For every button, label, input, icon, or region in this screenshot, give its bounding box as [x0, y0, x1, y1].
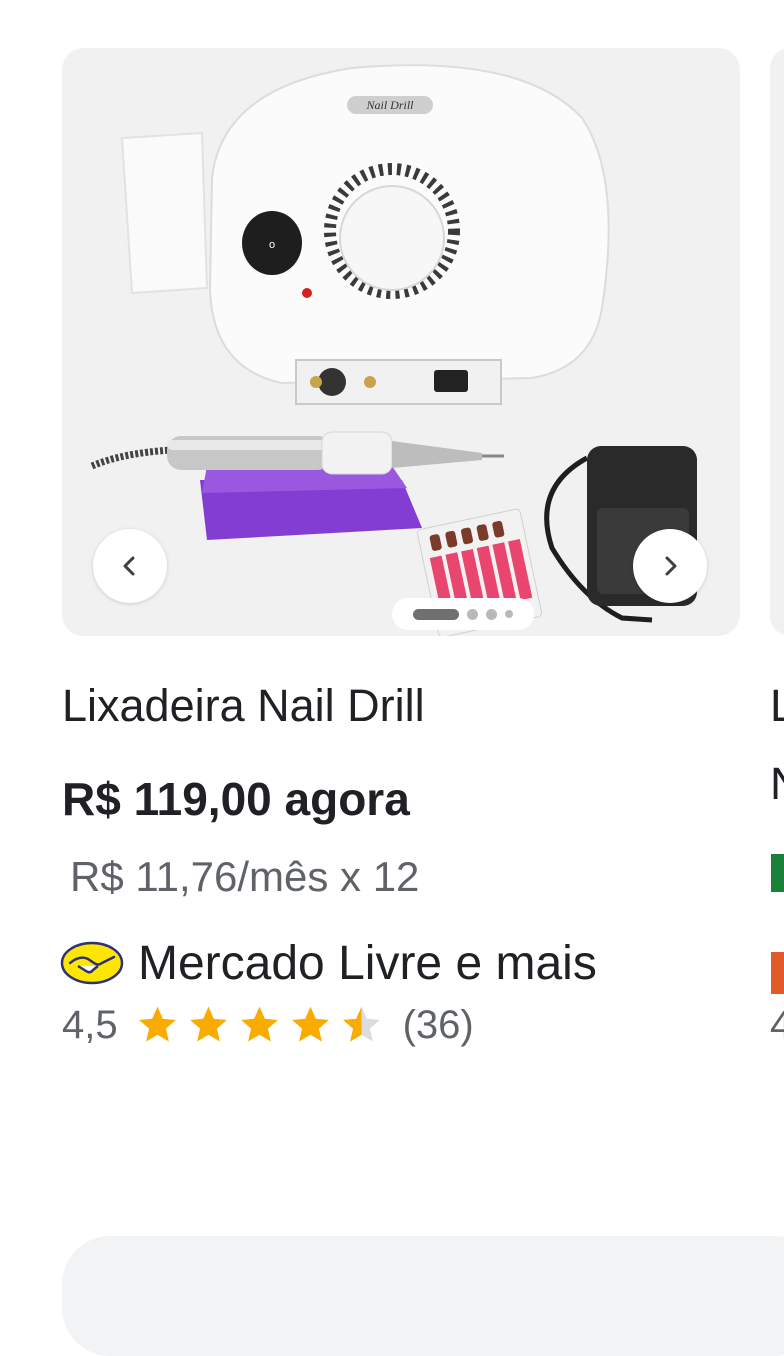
- next-product-image[interactable]: [770, 48, 784, 636]
- next-product-price-fragment: [771, 854, 784, 892]
- star-filled-icon: [291, 1006, 329, 1042]
- carousel-prev-button[interactable]: [93, 529, 167, 603]
- product-title[interactable]: Lixadeira Nail Drill: [62, 680, 425, 732]
- svg-text:Nail Drill: Nail Drill: [365, 98, 414, 112]
- chevron-right-icon: [665, 556, 677, 576]
- next-product-seller-logo-fragment: [771, 952, 784, 994]
- product-price: R$ 119,00 agora: [62, 773, 410, 825]
- seller-info: Mercado Livre e mais: [60, 933, 597, 993]
- seller-name: Mercado Livre e mais: [138, 936, 597, 990]
- carousel-dot: [505, 610, 513, 618]
- star-filled-icon: [240, 1006, 278, 1042]
- carousel-dot: [486, 608, 497, 620]
- product-installment: R$ 11,76/mês x 12: [70, 853, 420, 900]
- rating: 4,5 (36): [62, 1000, 474, 1050]
- chevron-left-icon: [123, 556, 135, 576]
- mercado-livre-logo-icon: [60, 941, 124, 985]
- star-filled-icon: [189, 1006, 227, 1042]
- carousel-dot: [467, 608, 478, 620]
- next-product-title-fragment[interactable]: L: [770, 680, 784, 732]
- carousel-indicator: [392, 598, 534, 630]
- next-section-card[interactable]: [62, 1236, 784, 1356]
- rating-value: 4,5: [62, 1002, 118, 1047]
- carousel-dot-active: [413, 608, 459, 620]
- rating-stars: [134, 1003, 385, 1047]
- star-half-icon: [342, 1006, 380, 1042]
- review-count[interactable]: (36): [403, 1003, 474, 1048]
- svg-text:o: o: [269, 239, 275, 251]
- next-product-title-fragment-2[interactable]: N: [770, 758, 784, 810]
- carousel-next-button[interactable]: [633, 529, 707, 603]
- star-filled-icon: [138, 1006, 176, 1042]
- next-product-rating-fragment: 4: [770, 1003, 784, 1047]
